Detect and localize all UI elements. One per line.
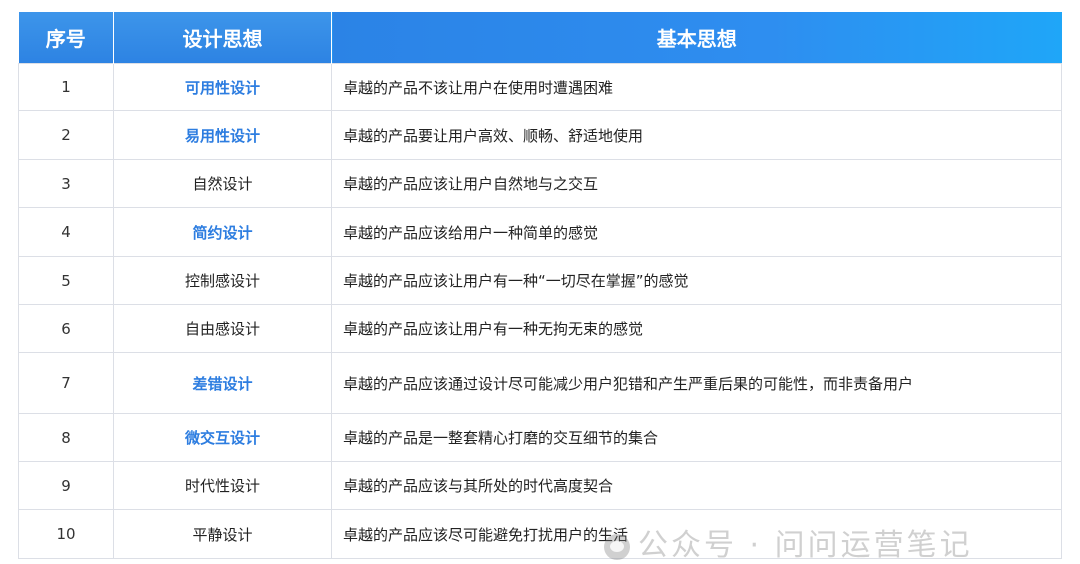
row-basic-idea: 卓越的产品应该通过设计尽可能减少用户犯错和产生严重后果的可能性，而非责备用户 (331, 352, 1062, 414)
row-basic-idea: 卓越的产品应该与其所处的时代高度契合 (331, 461, 1062, 510)
table-row: 2 易用性设计 卓越的产品要让用户高效、顺畅、舒适地使用 (18, 110, 1062, 160)
row-basic-idea: 卓越的产品应该让用户有一种无拘无束的感觉 (331, 304, 1062, 353)
row-index: 3 (18, 159, 114, 208)
table-row: 9 时代性设计 卓越的产品应该与其所处的时代高度契合 (18, 461, 1062, 510)
row-basic-idea: 卓越的产品不该让用户在使用时遭遇困难 (331, 63, 1062, 111)
row-design-idea: 差错设计 (113, 352, 332, 414)
table-body: 1 可用性设计 卓越的产品不该让用户在使用时遭遇困难 2 易用性设计 卓越的产品要让用户高… (18, 63, 1062, 559)
row-index: 8 (18, 413, 114, 462)
row-basic-idea: 卓越的产品应该给用户一种简单的感觉 (331, 207, 1062, 257)
wechat-icon (604, 533, 630, 560)
design-principles-table-container: 序号 设计思想 基本思想 1 可用性设计 卓越的产品不该让用户在使用时遭遇困难 2 易用… (18, 12, 1062, 559)
row-index: 2 (18, 110, 114, 160)
row-design-idea: 微交互设计 (113, 413, 332, 462)
row-basic-idea: 卓越的产品应该让用户自然地与之交互 (331, 159, 1062, 208)
row-index: 5 (18, 256, 114, 305)
header-basic-idea: 基本思想 (331, 12, 1062, 64)
row-index: 7 (18, 352, 114, 414)
row-design-idea: 控制感设计 (113, 256, 332, 305)
row-design-idea: 自然设计 (113, 159, 332, 208)
table-row: 1 可用性设计 卓越的产品不该让用户在使用时遭遇困难 (18, 63, 1062, 111)
row-design-idea: 平静设计 (113, 509, 332, 559)
row-design-idea: 简约设计 (113, 207, 332, 257)
table-row: 3 自然设计 卓越的产品应该让用户自然地与之交互 (18, 159, 1062, 208)
row-index: 10 (18, 509, 114, 559)
header-index: 序号 (18, 12, 114, 64)
table-row: 6 自由感设计 卓越的产品应该让用户有一种无拘无束的感觉 (18, 304, 1062, 353)
row-design-idea: 自由感设计 (113, 304, 332, 353)
row-basic-idea: 卓越的产品应该让用户有一种“一切尽在掌握”的感觉 (331, 256, 1062, 305)
row-design-idea: 时代性设计 (113, 461, 332, 510)
row-design-idea: 易用性设计 (113, 110, 332, 160)
row-basic-idea: 卓越的产品要让用户高效、顺畅、舒适地使用 (331, 110, 1062, 160)
table-header-row: 序号 设计思想 基本思想 (18, 12, 1062, 64)
table-row: 5 控制感设计 卓越的产品应该让用户有一种“一切尽在掌握”的感觉 (18, 256, 1062, 305)
design-principles-table: 序号 设计思想 基本思想 1 可用性设计 卓越的产品不该让用户在使用时遭遇困难 2 易用… (18, 12, 1062, 559)
table-row: 8 微交互设计 卓越的产品是一整套精心打磨的交互细节的集合 (18, 413, 1062, 462)
row-design-idea: 可用性设计 (113, 63, 332, 111)
row-index: 9 (18, 461, 114, 510)
row-index: 6 (18, 304, 114, 353)
watermark-text: 公众号 · 问问运营笔记 (638, 528, 973, 563)
watermark: 公众号 · 问问运营笔记 (604, 520, 973, 564)
row-index: 4 (18, 207, 114, 257)
table-row: 7 差错设计 卓越的产品应该通过设计尽可能减少用户犯错和产生严重后果的可能性，而非责… (18, 352, 1062, 414)
row-index: 1 (18, 63, 114, 111)
table-row: 4 简约设计 卓越的产品应该给用户一种简单的感觉 (18, 207, 1062, 257)
header-design-idea: 设计思想 (113, 12, 332, 64)
row-basic-idea: 卓越的产品是一整套精心打磨的交互细节的集合 (331, 413, 1062, 462)
